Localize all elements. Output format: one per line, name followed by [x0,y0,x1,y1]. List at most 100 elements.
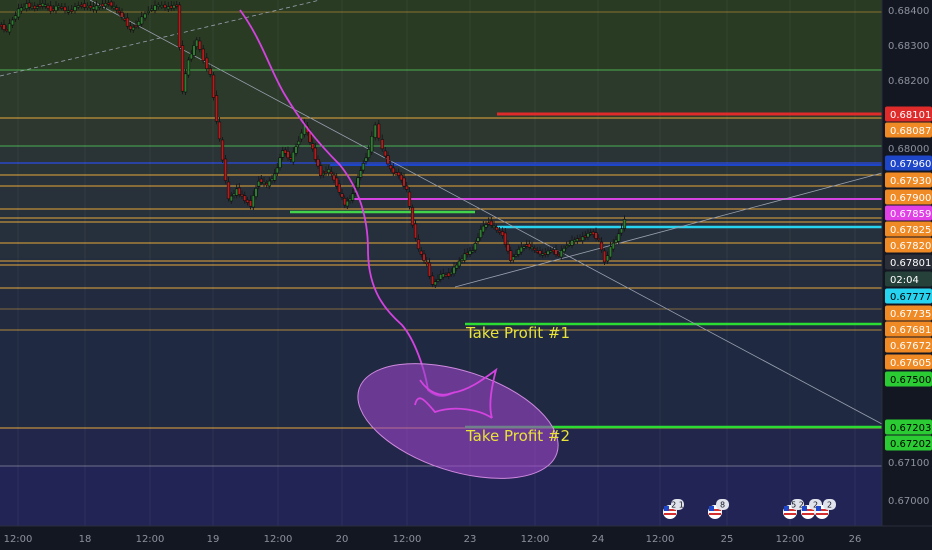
candle-body [386,155,390,165]
candle-body [166,6,170,10]
candle-body [123,18,127,21]
candle-body [399,174,403,181]
candle-body [554,249,558,255]
candle-body [441,273,445,278]
candle-body [88,5,93,9]
candle-body [397,172,401,176]
candle-body [270,178,274,181]
candle-body [195,39,199,47]
candle-body [281,150,285,158]
candle-body [22,6,26,10]
candle-body [319,165,323,176]
candle-body [169,5,173,9]
candle-body [146,10,150,13]
flag-canton [784,506,789,511]
candle-body [578,238,582,241]
candle-body [373,124,377,138]
flag-stripe [664,513,676,515]
x-tick-label: 18 [79,534,92,545]
candle-body [622,219,627,229]
candle-body [329,171,333,175]
candle-body [291,151,295,163]
candle-body [321,173,325,176]
candle-body [13,15,18,20]
candle-body [367,149,371,158]
price-badge-label: 0.67825 [890,225,931,236]
price-badge-label: 0.67777 [890,292,931,303]
candle-body [567,243,571,246]
candle-body [546,250,550,255]
candle-body [449,271,453,275]
candle-body [447,272,451,277]
price-chart[interactable]: Take Profit #1 Take Profit #2 0.68400 0.683… [0,0,932,550]
candle-body [313,147,317,160]
zone-band [0,215,882,258]
candle-body [229,195,233,202]
candle-body [514,254,518,257]
candle-body [156,4,160,7]
candle-body [351,193,355,201]
candle-body [208,68,212,75]
event-count: 8 [720,501,725,510]
candle-body [348,198,352,201]
candle-body [19,7,23,12]
candle-body [500,231,505,236]
candle-body [189,53,193,60]
candle-body [243,195,247,201]
candle-body [497,230,502,233]
candle-body [140,16,144,25]
candle-body [91,6,96,10]
candle-body [94,5,99,11]
candle-body [335,177,339,187]
candle-body [479,229,483,238]
price-badge-label: 0.67820 [890,241,931,252]
candle-body [583,235,587,238]
zone-band [0,118,882,145]
candle-body [259,178,263,183]
flag-stripe [816,513,828,515]
candle-body [405,185,409,190]
candle-body [391,167,395,174]
candle-body [205,57,209,69]
price-badge-label: 0.67672 [890,341,931,352]
candle-body [97,5,102,8]
candle-body [463,253,467,261]
flag-canton [664,506,669,511]
candle-body [16,8,21,18]
zone-band [0,70,882,118]
candle-body [444,274,448,277]
candle-body [150,8,154,11]
candle-body [364,157,368,162]
price-badge-label: 0.67203 [890,423,931,434]
candle-body [608,246,613,258]
price-badge-label: 0.67859 [890,209,931,220]
price-badge-label: 0.67681 [890,325,931,336]
candle-body [41,3,45,7]
candle-body [476,237,480,242]
candle-body [66,10,70,13]
candle-body [511,256,515,261]
candle-body [377,123,381,139]
candle-body [575,238,579,242]
candle-body [10,19,15,26]
candle-body [267,180,271,187]
flag-stripe [709,513,721,515]
x-tick-label: 12:00 [776,534,805,545]
candle-body [436,279,440,282]
candle-body [430,275,435,285]
candle-body [581,236,585,241]
candle-body [286,151,290,159]
candle-body [522,246,526,249]
candle-body [573,239,577,242]
candle-body [201,48,205,61]
candle-body [134,25,138,28]
candle-body [172,5,176,9]
candle-body [327,169,331,173]
candle-body [343,198,347,206]
price-badge-label: 0.67202 [890,439,931,450]
candle-body [25,3,29,9]
flag-canton [816,506,821,511]
candle-body [257,180,261,187]
candle-body [128,25,133,30]
candle-body [60,6,64,9]
